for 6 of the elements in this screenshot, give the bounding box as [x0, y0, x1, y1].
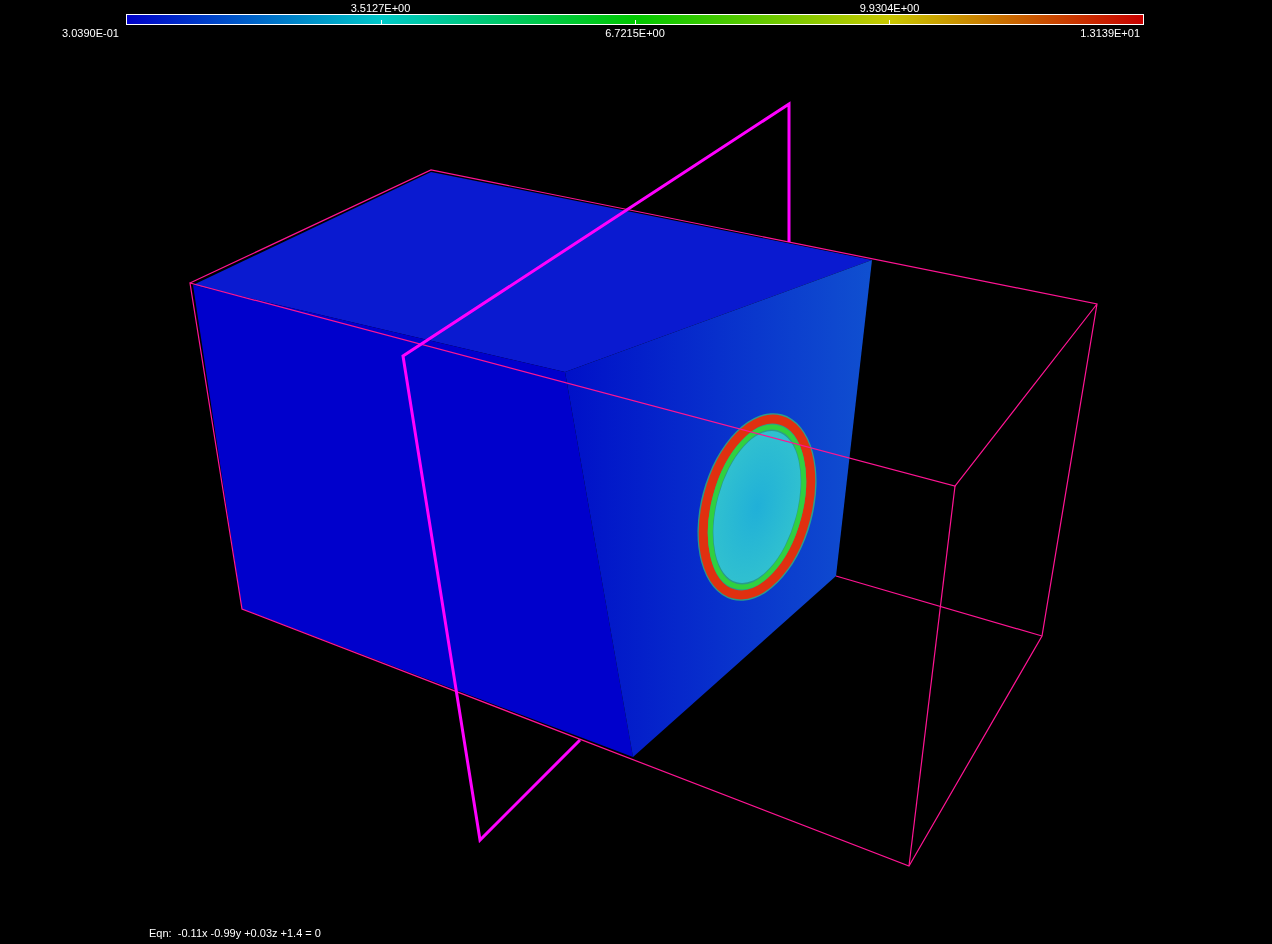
- colorbar-tick-label: 6.7215E+00: [605, 27, 665, 40]
- colorbar-tick-label: 9.9304E+00: [859, 2, 920, 15]
- colorbar-tick-label: 3.0390E-01: [62, 27, 119, 40]
- colorbar-tick-label: 1.3139E+01: [1080, 27, 1141, 40]
- plane-equation: Eqn: -0.11x -0.99y +0.03z +1.4 = 0: [149, 926, 321, 939]
- colorbar-tick-label: 3.5127E+00: [350, 2, 411, 15]
